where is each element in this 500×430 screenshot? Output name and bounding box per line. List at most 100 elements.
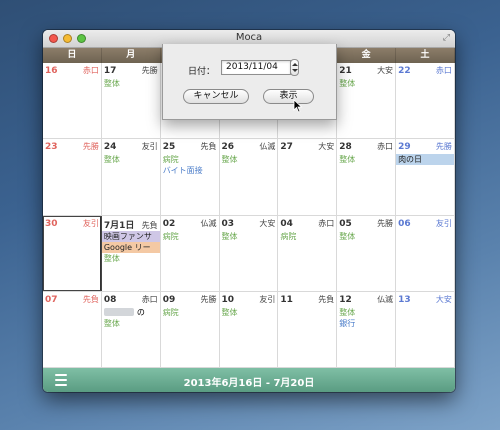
event-item[interactable]: 整体 (104, 253, 158, 264)
mouse-cursor-icon (293, 99, 303, 113)
day-number: 27 (280, 142, 293, 153)
day-cell[interactable]: 23 先勝 (43, 139, 102, 215)
day-number: 17 (103, 66, 117, 76)
rokuyo-label: 先勝 (200, 294, 217, 304)
day-cell[interactable]: 05 先勝 整体 (337, 215, 397, 291)
rokuyo-label: 友引 (259, 294, 276, 304)
day-header: 21 大安 (339, 65, 393, 78)
day-cell[interactable]: 07 先負 (43, 291, 102, 367)
day-header: 03 大安 (222, 218, 276, 231)
day-number: 03 (221, 218, 235, 229)
day-header: 25 先負 (163, 141, 217, 154)
rokuyo-label: 赤口 (82, 66, 99, 75)
cancel-button[interactable]: キャンセル (183, 89, 249, 104)
day-cell[interactable]: 30 友引 (43, 215, 102, 291)
show-button[interactable]: 表示 (263, 89, 314, 104)
redacted-text (103, 308, 134, 317)
day-header: 08 赤口 (104, 294, 158, 307)
day-cell[interactable]: 12 仏滅 整体 銀行 (337, 291, 397, 367)
date-stepper[interactable] (290, 59, 299, 76)
event-item[interactable]: 整体 (104, 78, 158, 89)
day-cell[interactable]: 17 先勝整体 (101, 63, 161, 139)
day-header: 13 大安 (398, 294, 452, 307)
day-number: 28 (339, 142, 352, 153)
event-item[interactable]: 整体 (104, 154, 158, 165)
day-cell[interactable]: 10 友引 整体 (219, 291, 279, 367)
day-number: 07 (45, 294, 58, 305)
fullscreen-icon[interactable]: ⤢ (443, 33, 450, 43)
day-cell[interactable]: 04 赤口 病院 (278, 215, 338, 291)
day-header: 17 先勝 (104, 65, 158, 78)
day-cell[interactable]: 26 仏滅 整体 (219, 139, 279, 215)
event-item[interactable]: バイト面接 (163, 165, 217, 176)
day-number: 02 (162, 218, 176, 229)
day-number: 30 (45, 218, 58, 229)
day-cell[interactable]: 25 先負 病院 バイト面接 (160, 139, 220, 215)
day-cell[interactable]: 11 先負 (278, 291, 338, 367)
rokuyo-label: 赤口 (435, 66, 452, 75)
event-item[interactable]: 肉の日 (396, 154, 454, 166)
day-header: 05 先勝 (339, 218, 393, 231)
day-header: 30 友引 (45, 218, 99, 231)
stepper-down-icon[interactable] (292, 69, 298, 72)
day-number: 05 (339, 218, 352, 229)
day-cell[interactable]: 7月1日 先負 映画ファンサ Google リー 整体 (101, 215, 161, 291)
event-item[interactable]: 整体 (339, 307, 393, 318)
day-number: 7月1日 (103, 220, 135, 231)
day-cell[interactable]: 27 大安 (278, 139, 338, 215)
event-item[interactable]: 映画ファンサ (101, 230, 160, 242)
day-header: 22 赤口 (398, 65, 452, 78)
event-item[interactable]: 病院 (280, 231, 334, 242)
stepper-up-icon[interactable] (292, 63, 298, 66)
day-cell[interactable]: 24 友引 整体 (101, 139, 161, 215)
day-cell[interactable]: 06 友引 (396, 215, 455, 291)
event-item[interactable]: 整体 (222, 307, 276, 318)
event-item[interactable]: Google リー (101, 241, 160, 253)
day-cell[interactable]: 13 大安 (396, 291, 455, 367)
event-item[interactable]: の (103, 307, 158, 318)
day-header: 7月1日 先負 (104, 218, 158, 231)
rokuyo-label: 友引 (435, 218, 452, 228)
date-field[interactable]: 2013/11/04 (221, 60, 291, 75)
event-item[interactable]: 病院 (163, 231, 217, 242)
day-cell[interactable]: 02 仏滅病院 (160, 215, 220, 291)
day-cell[interactable]: 03 大安整体 (219, 215, 279, 291)
day-header: 12 仏滅 (339, 294, 393, 307)
rokuyo-label: 大安 (435, 294, 452, 304)
day-number: 08 (103, 294, 117, 305)
day-number: 25 (162, 142, 176, 153)
rokuyo-label: 仏滅 (200, 218, 217, 228)
event-item[interactable]: 整体 (339, 78, 393, 89)
event-item[interactable]: 整体 (104, 318, 158, 329)
day-number: 13 (398, 294, 411, 305)
footer-bar: 2013年6月16日 - 7月20日 (43, 368, 455, 392)
event-item[interactable]: 病院 (163, 307, 217, 318)
weekday-label: 月 (102, 48, 161, 63)
event-item[interactable]: 整体 (222, 231, 276, 242)
day-cell[interactable]: 16 赤口 (43, 63, 102, 139)
rokuyo-label: 先負 (82, 294, 99, 304)
day-number: 11 (280, 294, 293, 305)
day-number: 24 (103, 142, 117, 153)
day-cell[interactable]: 08 赤口の整体 (101, 291, 161, 367)
rokuyo-label: 先負 (318, 294, 335, 304)
weekday-label: 日 (43, 48, 102, 63)
event-item[interactable]: 銀行 (339, 318, 393, 329)
event-item[interactable]: 整体 (222, 154, 276, 165)
day-number: 21 (339, 66, 352, 76)
rokuyo-label: 先勝 (141, 66, 158, 75)
day-cell[interactable]: 28 赤口 整体 (337, 139, 397, 215)
day-cell[interactable]: 21 大安 整体 (337, 63, 397, 139)
event-item[interactable]: 整体 (339, 231, 393, 242)
day-cell[interactable]: 29 先勝 肉の日 (396, 139, 455, 215)
event-item[interactable]: 整体 (339, 154, 393, 165)
weekday-label: 金 (337, 48, 397, 63)
day-number: 26 (221, 142, 235, 153)
rokuyo-label: 赤口 (318, 218, 335, 228)
rokuyo-label: 大安 (259, 218, 276, 228)
rokuyo-label: 先勝 (435, 142, 452, 152)
event-item[interactable]: 病院 (163, 154, 217, 165)
day-cell[interactable]: 09 先勝 病院 (160, 291, 220, 367)
rokuyo-label: 大安 (318, 142, 335, 152)
day-cell[interactable]: 22 赤口 (396, 63, 455, 139)
